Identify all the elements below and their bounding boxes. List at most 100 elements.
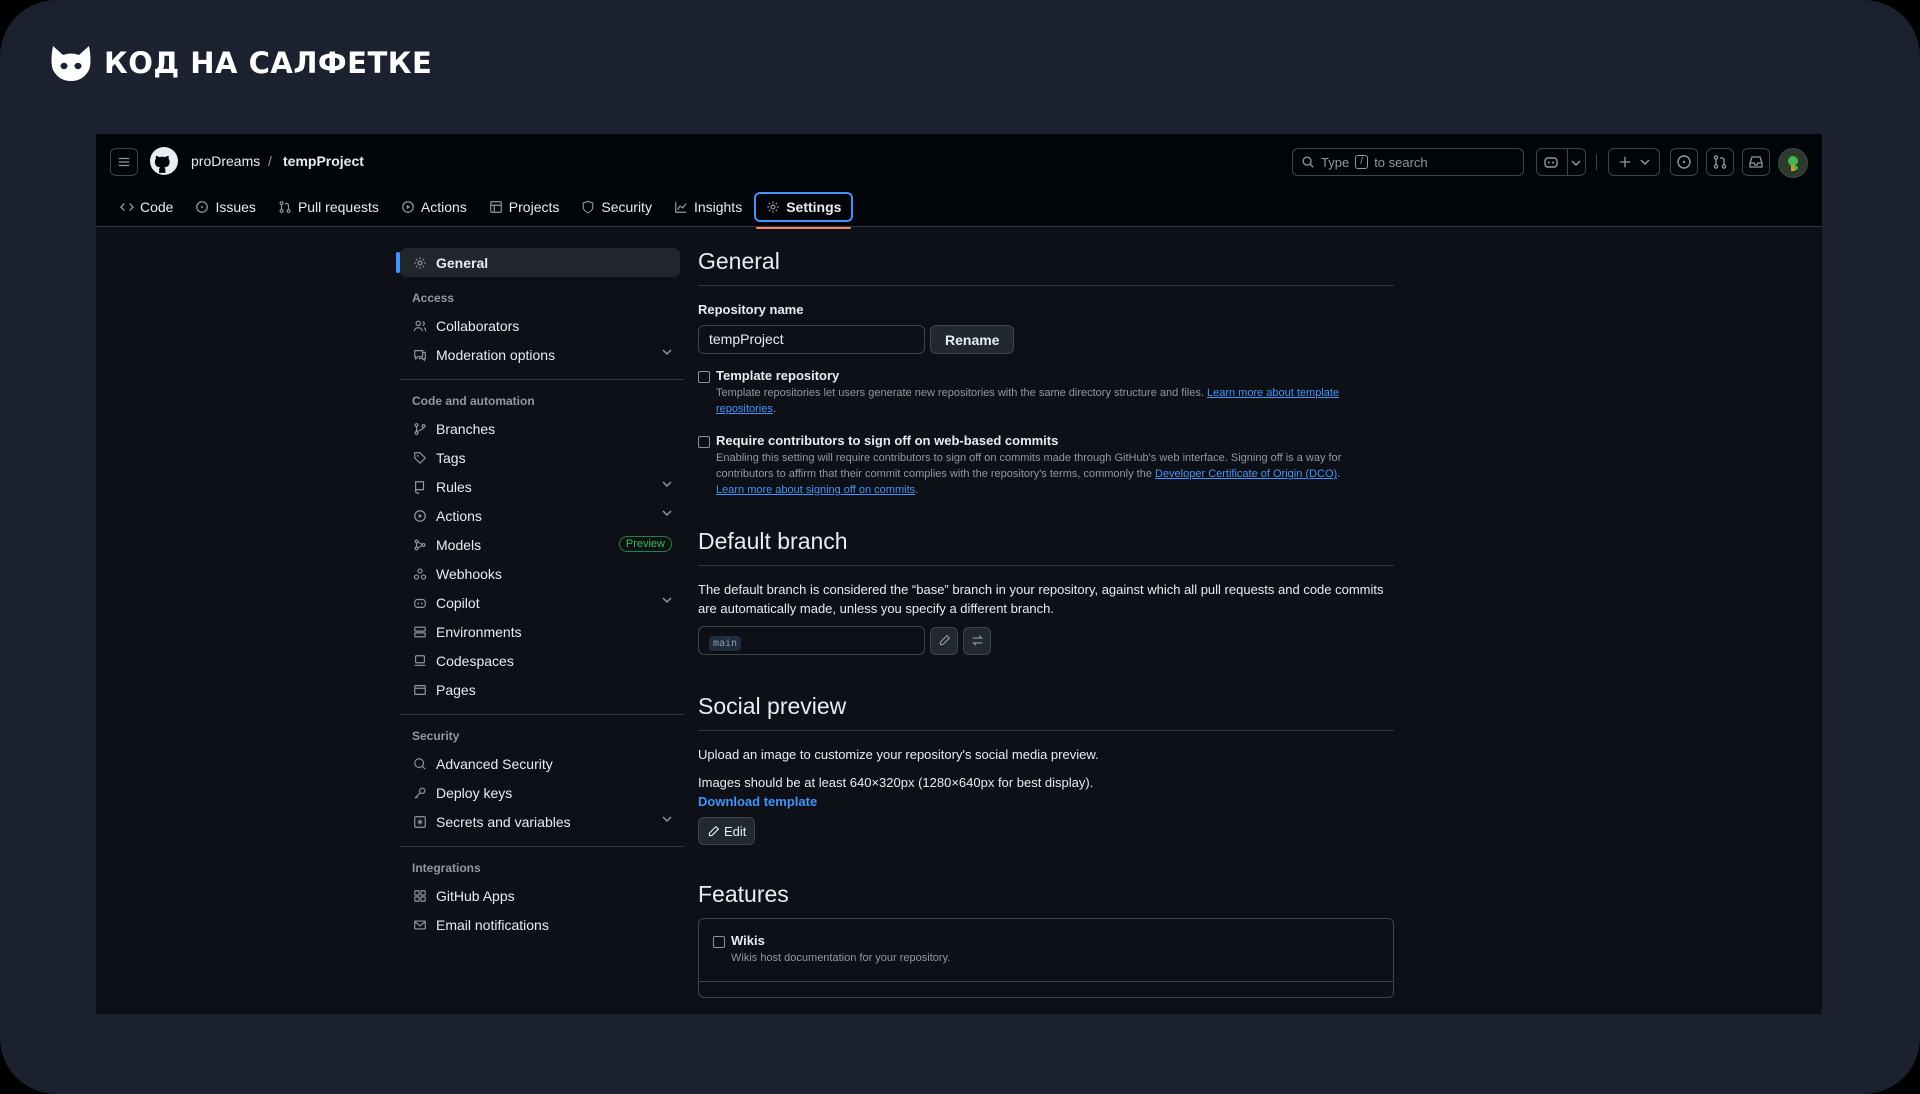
branch-icon: [412, 421, 428, 437]
github-header: proDreams / tempProject Type / to search: [96, 134, 1822, 229]
chevron-down-icon: [662, 816, 672, 823]
sidebar-item-branches[interactable]: Branches: [400, 414, 680, 443]
sidebar-item-label: Branches: [436, 420, 496, 437]
sidebar-item-copilot[interactable]: Copilot: [400, 588, 680, 617]
plus-icon: [1619, 156, 1631, 168]
sidebar-item-pages[interactable]: Pages: [400, 675, 680, 704]
sidebar-item-advanced-security[interactable]: Advanced Security: [400, 749, 680, 778]
default-branch-field: main: [698, 626, 925, 655]
sidebar-item-deploy-keys[interactable]: Deploy keys: [400, 778, 680, 807]
chevron-down-icon: [662, 510, 672, 517]
wikis-checkbox[interactable]: [713, 936, 725, 948]
sidebar-item-rules[interactable]: Rules: [400, 472, 680, 501]
template-desc-text: Template repositories let users generate…: [716, 387, 1204, 399]
tab-actions[interactable]: Actions: [391, 192, 477, 222]
rename-button[interactable]: Rename: [930, 325, 1015, 354]
gear-icon: [767, 201, 779, 213]
apps-icon: [412, 888, 428, 904]
sidebar-item-label: Secrets and variables: [436, 813, 571, 830]
template-repository-checkbox[interactable]: [698, 371, 710, 383]
search-input[interactable]: Type / to search: [1292, 148, 1524, 176]
breadcrumb-owner[interactable]: proDreams: [191, 153, 260, 169]
sidebar-item-collaborators[interactable]: Collaborators: [400, 311, 680, 340]
features-list: Wikis Wikis host documentation for your …: [698, 918, 1394, 998]
section-title-general: General: [698, 248, 1394, 286]
sidebar-item-label: General: [436, 254, 489, 271]
tab-insights[interactable]: Insights: [664, 192, 752, 222]
sidebar-item-secrets-variables[interactable]: Secrets and variables: [400, 807, 680, 836]
menu-button[interactable]: [110, 148, 138, 176]
rename-branch-button[interactable]: [930, 626, 958, 655]
settings-main: General Repository name tempProject Rena…: [698, 248, 1394, 998]
edit-label: Edit: [724, 823, 747, 839]
brand: КОД НА САЛФЕТКЕ: [50, 44, 432, 82]
settings-sidebar: General Access Collaborators Moderation …: [396, 248, 684, 939]
sidebar-item-models[interactable]: Models Preview: [400, 530, 680, 559]
issues-button[interactable]: [1670, 148, 1698, 176]
models-icon: [412, 537, 428, 553]
sidebar-item-moderation-options[interactable]: Moderation options: [400, 340, 680, 369]
play-icon: [412, 508, 428, 524]
learn-more-template-link[interactable]: Learn more about template: [1207, 387, 1339, 399]
sidebar-item-email-notifications[interactable]: Email notifications: [400, 910, 680, 939]
header-divider: [1596, 154, 1597, 170]
sidebar-item-label: Rules: [436, 478, 472, 495]
switch-branch-button[interactable]: [963, 626, 991, 655]
comment-icon: [412, 347, 428, 363]
pencil-icon: [939, 634, 950, 646]
search-placeholder-prefix: Type: [1321, 154, 1350, 170]
tab-label: Actions: [420, 199, 467, 215]
tab-pull-requests[interactable]: Pull requests: [268, 192, 389, 222]
chevron-down-icon: [1640, 159, 1650, 166]
dco-link[interactable]: Developer Certificate of Origin (DCO): [1155, 468, 1337, 480]
tab-security[interactable]: Security: [571, 192, 662, 222]
gear-icon: [412, 255, 428, 271]
breadcrumb-repo[interactable]: tempProject: [283, 153, 364, 169]
brand-title: КОД НА САЛФЕТКЕ: [104, 46, 433, 80]
sidebar-item-actions[interactable]: Actions: [400, 501, 680, 530]
pull-requests-button[interactable]: [1706, 148, 1734, 176]
table-icon: [489, 201, 502, 213]
browser-icon: [412, 682, 428, 698]
codespaces-icon: [412, 653, 428, 669]
pull-request-icon: [279, 201, 291, 213]
signoff-checkbox[interactable]: [698, 436, 710, 448]
copilot-button[interactable]: [1536, 148, 1586, 176]
download-template-link[interactable]: Download template: [698, 792, 1394, 811]
inbox-button[interactable]: [1742, 148, 1770, 176]
default-branch-name: main: [709, 636, 742, 651]
sidebar-item-tags[interactable]: Tags: [400, 443, 680, 472]
sidebar-divider: [400, 846, 684, 847]
learn-more-template-link-2[interactable]: repositories: [716, 403, 773, 415]
play-icon: [402, 201, 414, 213]
key-icon: [412, 785, 428, 801]
repo-name-label: Repository name: [698, 302, 804, 317]
edit-social-preview-button[interactable]: Edit: [698, 817, 756, 845]
sidebar-item-codespaces[interactable]: Codespaces: [400, 646, 680, 675]
sidebar-item-github-apps[interactable]: GitHub Apps: [400, 881, 680, 910]
avatar[interactable]: [1778, 148, 1808, 178]
sidebar-item-general[interactable]: General: [396, 248, 680, 277]
github-logo-icon[interactable]: [150, 147, 178, 180]
sidebar-item-webhooks[interactable]: Webhooks: [400, 559, 680, 588]
tab-label: Projects: [508, 199, 560, 215]
search-shortcut-key: /: [1355, 155, 1369, 169]
repo-name-input[interactable]: tempProject: [698, 325, 925, 354]
codescan-icon: [412, 756, 428, 772]
tab-label: Settings: [786, 199, 842, 215]
learn-more-signoff-link[interactable]: Learn more about signing off on commits: [716, 484, 915, 496]
tab-code[interactable]: Code: [110, 192, 183, 222]
sidebar-item-label: Codespaces: [436, 652, 514, 669]
create-new-button[interactable]: [1608, 148, 1660, 176]
sidebar-item-label: Advanced Security: [436, 755, 553, 772]
tab-issues[interactable]: Issues: [185, 192, 265, 222]
tab-settings[interactable]: Settings: [754, 192, 854, 229]
arrow-switch-icon: [971, 635, 983, 646]
tab-projects[interactable]: Projects: [479, 192, 570, 222]
signoff-desc: Enabling this setting will require contr…: [716, 450, 1394, 498]
sidebar-item-label: Pages: [436, 681, 476, 698]
sidebar-item-label: Environments: [436, 623, 522, 640]
sidebar-item-environments[interactable]: Environments: [400, 617, 680, 646]
server-icon: [412, 624, 428, 640]
issue-icon: [196, 201, 209, 213]
